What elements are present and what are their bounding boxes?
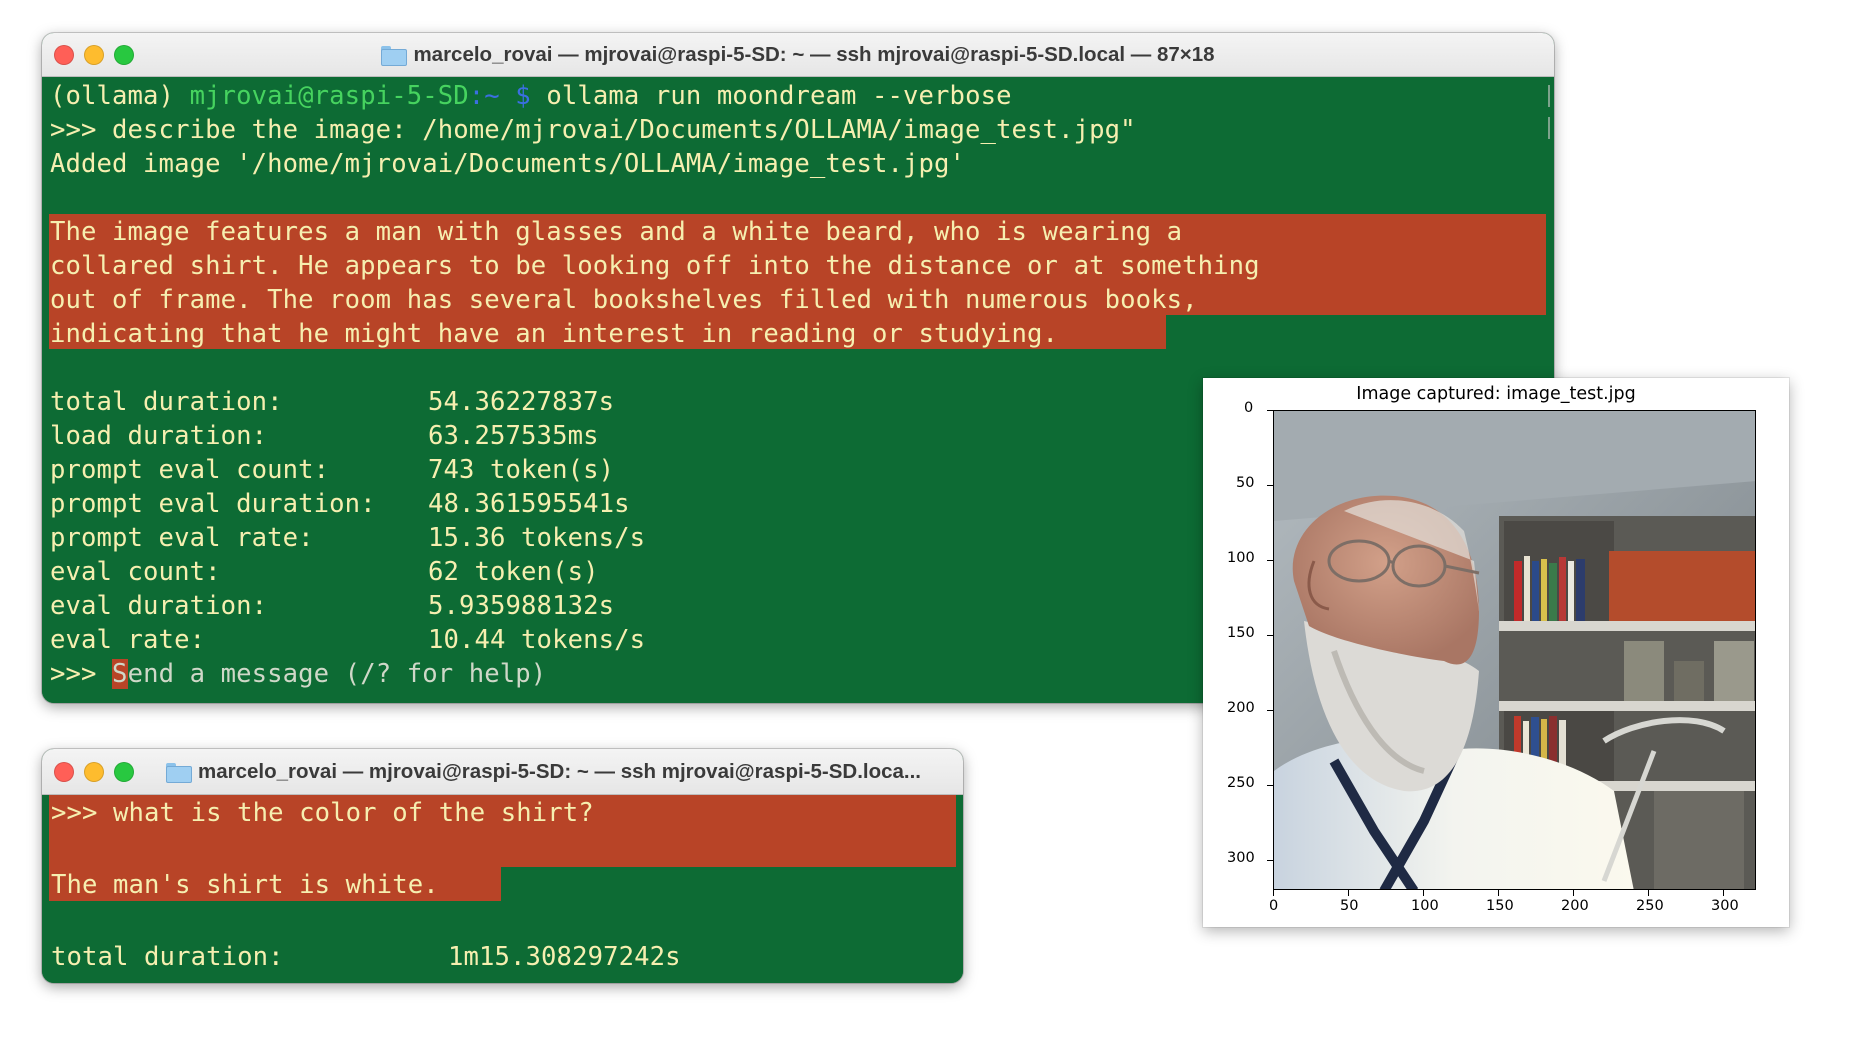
stat-value: 1m15.308297242s: [448, 942, 681, 972]
command-line: (ollama) mjrovai@raspi-5-SD:~ $ ollama r…: [50, 79, 1012, 113]
prompt-symbol: $: [499, 81, 547, 111]
stat-row: eval duration:: [50, 591, 268, 621]
minimize-button[interactable]: [84, 761, 104, 782]
window-title: marcelo_rovai — mjrovai@raspi-5-SD: ~ — …: [413, 42, 1215, 66]
user-query-line: >>> describe the image: /home/mjrovai/Do…: [50, 115, 1136, 145]
message-input[interactable]: >>> Send a message (/? for help): [50, 657, 546, 691]
figure-title: Image captured: image_test.jpg: [1356, 384, 1636, 404]
stat-value: 62 token(s): [428, 557, 599, 587]
y-tick-label: 250: [1227, 775, 1255, 791]
stat-value: 5.935988132s: [428, 591, 615, 621]
user-host: mjrovai@raspi-5-SD: [189, 81, 469, 111]
input-placeholder: end a message (/? for help): [127, 659, 547, 689]
stat-row: total duration:: [51, 942, 284, 972]
stat-value: 743 token(s): [428, 455, 615, 485]
prompt-path: :~: [468, 81, 500, 111]
stat-row: prompt eval rate:: [50, 523, 314, 553]
x-tick-label: 200: [1561, 898, 1589, 914]
stat-row: load duration:: [50, 421, 268, 451]
captured-photo: [1273, 410, 1756, 890]
x-tick-label: 250: [1636, 898, 1664, 914]
added-image-line: Added image '/home/mjrovai/Documents/OLL…: [50, 149, 966, 179]
y-tick-label: 150: [1227, 625, 1255, 641]
photo-illustration: [1274, 411, 1755, 889]
stat-value: 63.257535ms: [428, 421, 599, 451]
image-figure: Image captured: image_test.jpg 0 50 100 …: [1203, 378, 1789, 927]
stat-value: 48.361595541s: [428, 489, 630, 519]
zoom-button[interactable]: [114, 44, 134, 65]
folder-icon: [381, 45, 408, 66]
zoom-button[interactable]: [114, 761, 134, 782]
response-line: The image features a man with glasses an…: [50, 217, 1183, 247]
model-answer: The man's shirt is white.: [51, 870, 439, 900]
stat-value: 54.36227837s: [428, 387, 615, 417]
x-tick-label: 50: [1340, 898, 1359, 914]
stat-row: eval rate:: [50, 625, 206, 655]
input-prompt: >>>: [50, 659, 113, 689]
x-tick-label: 100: [1411, 898, 1439, 914]
y-tick-label: 300: [1227, 850, 1255, 866]
text-cursor: S: [112, 659, 128, 689]
user-question: >>> what is the color of the shirt?: [51, 798, 594, 828]
terminal-content[interactable]: >>> what is the color of the shirt? The …: [42, 795, 963, 983]
y-tick-label: 0: [1244, 400, 1254, 416]
stat-row: prompt eval duration:: [50, 489, 376, 519]
x-tick-label: 300: [1711, 898, 1739, 914]
y-tick-label: 200: [1227, 700, 1255, 716]
env-name: (ollama): [50, 81, 190, 111]
scroll-indicator: [1548, 85, 1550, 107]
stat-row: prompt eval count:: [50, 455, 330, 485]
stat-row: eval count:: [50, 557, 221, 587]
title-bar[interactable]: marcelo_rovai — mjrovai@raspi-5-SD: ~ — …: [42, 33, 1554, 77]
scroll-indicator: [1548, 117, 1550, 139]
window-controls: [54, 33, 134, 76]
terminal-window-second[interactable]: marcelo_rovai — mjrovai@raspi-5-SD: ~ — …: [42, 749, 963, 983]
command-text: ollama run moondream --verbose: [546, 81, 1012, 111]
close-button[interactable]: [54, 44, 74, 65]
stat-value: 10.44 tokens/s: [428, 625, 646, 655]
window-controls: [54, 749, 134, 794]
response-line: indicating that he might have an interes…: [50, 319, 1059, 349]
response-line: out of frame. The room has several books…: [50, 285, 1198, 315]
minimize-button[interactable]: [84, 44, 104, 65]
x-tick-label: 150: [1486, 898, 1514, 914]
title-bar[interactable]: marcelo_rovai — mjrovai@raspi-5-SD: ~ — …: [42, 749, 963, 795]
stat-row: total duration:: [50, 387, 283, 417]
folder-icon: [165, 762, 192, 783]
y-tick-label: 100: [1227, 550, 1255, 566]
x-tick-label: 0: [1269, 898, 1279, 914]
close-button[interactable]: [54, 761, 74, 782]
window-title: marcelo_rovai — mjrovai@raspi-5-SD: ~ — …: [197, 759, 921, 783]
stat-value: 15.36 tokens/s: [428, 523, 646, 553]
response-line: collared shirt. He appears to be looking…: [50, 251, 1260, 281]
y-tick-label: 50: [1236, 475, 1255, 491]
